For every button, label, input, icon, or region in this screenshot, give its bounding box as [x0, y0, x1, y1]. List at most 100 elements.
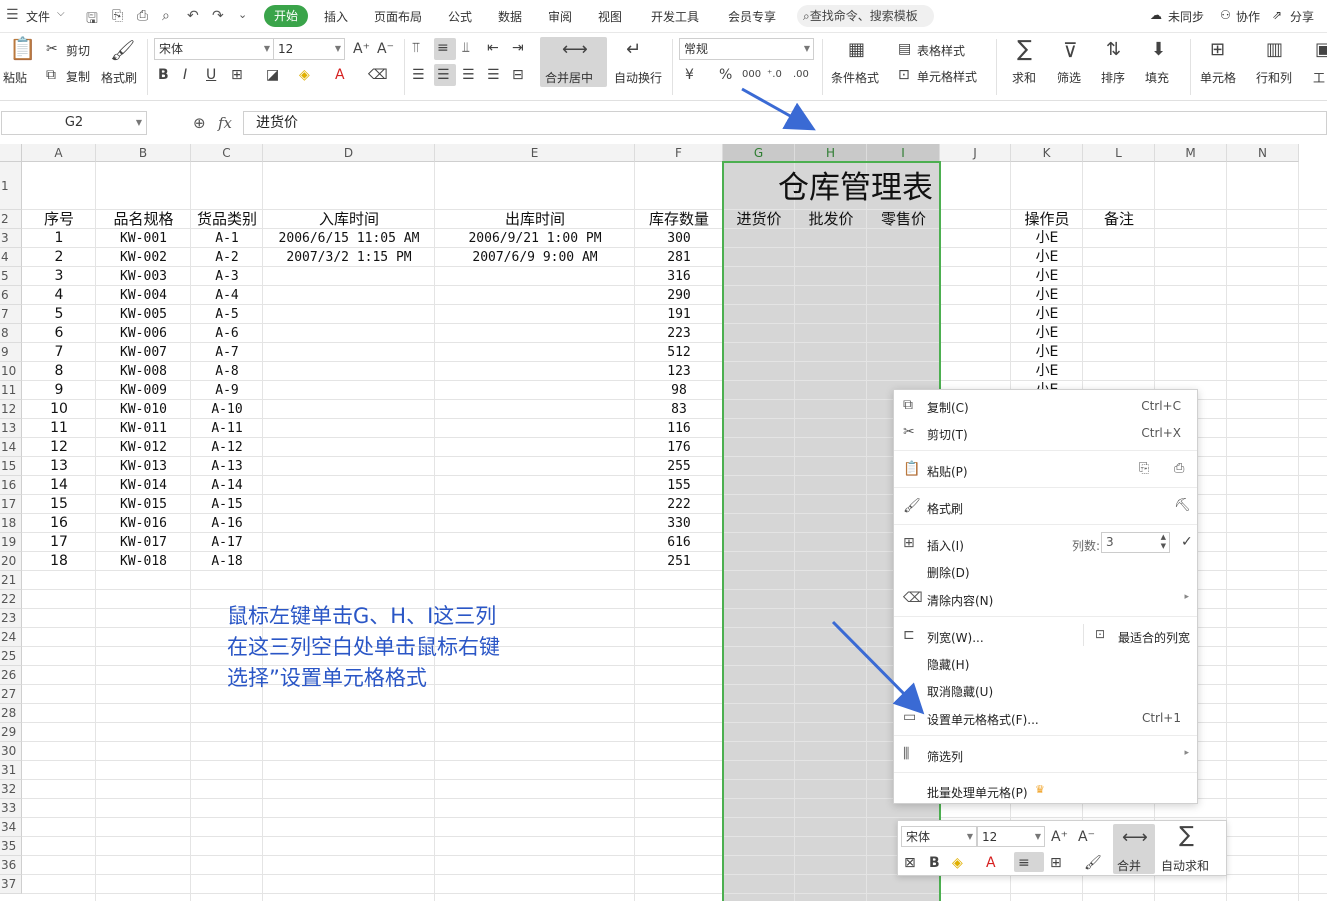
format-painter-icon[interactable]: 🖌: [110, 40, 135, 60]
data-cell[interactable]: 155: [635, 476, 723, 495]
data-cell[interactable]: KW-004: [96, 286, 191, 305]
menu-item-paste[interactable]: 📋 粘贴(P) ⎘ ⎙: [894, 457, 1197, 483]
row-header[interactable]: 1: [0, 162, 22, 210]
data-cell[interactable]: KW-017: [96, 533, 191, 552]
data-cell[interactable]: A-12: [191, 438, 263, 457]
cell-icon[interactable]: ⊞: [1210, 41, 1225, 59]
data-cell[interactable]: 98: [635, 381, 723, 400]
sum-button[interactable]: 求和: [1012, 69, 1036, 86]
select-all-corner[interactable]: [0, 144, 22, 162]
align-bottom-icon[interactable]: ⫫: [462, 40, 470, 56]
data-cell[interactable]: 222: [635, 495, 723, 514]
data-cell[interactable]: A-9: [191, 381, 263, 400]
tab-review[interactable]: 审阅: [548, 8, 572, 25]
row-header[interactable]: 32: [0, 780, 22, 799]
operator-cell[interactable]: 小E: [1011, 343, 1083, 362]
data-cell[interactable]: A-6: [191, 324, 263, 343]
sort-icon[interactable]: ⇅: [1106, 41, 1121, 59]
data-cell[interactable]: KW-014: [96, 476, 191, 495]
wrap-text-icon[interactable]: ↵: [626, 41, 641, 59]
data-cell[interactable]: A-1: [191, 229, 263, 248]
share-button[interactable]: 分享: [1290, 8, 1314, 25]
filter-icon[interactable]: ⊽: [1063, 40, 1078, 60]
distribute-icon[interactable]: ⊟: [512, 67, 524, 83]
column-header-a[interactable]: A: [22, 144, 96, 162]
data-cell[interactable]: 251: [635, 552, 723, 571]
tab-view[interactable]: 视图: [598, 8, 622, 25]
header-cell[interactable]: 库存数量: [635, 210, 723, 229]
merge-button[interactable]: 合并: [1117, 857, 1141, 874]
header-cell[interactable]: 序号: [22, 210, 96, 229]
worksheet-icon[interactable]: ▣: [1315, 41, 1327, 59]
row-header[interactable]: 6: [0, 286, 22, 305]
italic-icon[interactable]: I: [183, 67, 187, 83]
row-header[interactable]: 24: [0, 628, 22, 647]
data-cell[interactable]: 7: [22, 343, 96, 362]
data-cell[interactable]: A-15: [191, 495, 263, 514]
fx-icon[interactable]: fx: [218, 114, 232, 132]
data-cell[interactable]: A-16: [191, 514, 263, 533]
data-cell[interactable]: 3: [22, 267, 96, 286]
row-header[interactable]: 16: [0, 476, 22, 495]
thousands-icon[interactable]: 000: [742, 67, 761, 83]
paste-values-icon[interactable]: ⎘: [1139, 461, 1149, 476]
data-cell[interactable]: KW-007: [96, 343, 191, 362]
data-cell[interactable]: 116: [635, 419, 723, 438]
data-cell[interactable]: 2006/9/21 1:00 PM: [435, 229, 635, 248]
row-header[interactable]: 34: [0, 818, 22, 837]
unsync-status[interactable]: 未同步: [1168, 8, 1204, 25]
conditional-format-icon[interactable]: ▦: [848, 41, 865, 59]
table-style-button[interactable]: 表格样式: [917, 42, 965, 59]
data-cell[interactable]: 2007/3/2 1:15 PM: [263, 248, 435, 267]
menu-item-unhide[interactable]: 取消隐藏(U): [894, 677, 1197, 703]
copy-button[interactable]: 复制: [66, 68, 90, 85]
row-header[interactable]: 11: [0, 381, 22, 400]
merge-center-button[interactable]: 合并居中: [545, 69, 593, 86]
column-header-d[interactable]: D: [263, 144, 435, 162]
row-header[interactable]: 3: [0, 229, 22, 248]
operator-cell[interactable]: 小E: [1011, 305, 1083, 324]
row-header[interactable]: 7: [0, 305, 22, 324]
sum-icon[interactable]: ∑: [1017, 39, 1032, 61]
data-cell[interactable]: 223: [635, 324, 723, 343]
data-cell[interactable]: A-5: [191, 305, 263, 324]
decrease-decimal-icon[interactable]: .00: [793, 67, 809, 83]
font-color-icon[interactable]: A: [986, 855, 996, 871]
collab-button[interactable]: 协作: [1236, 8, 1260, 25]
menu-item-delete[interactable]: 删除(D): [894, 558, 1197, 584]
print-preview-icon[interactable]: ⌕: [162, 8, 170, 24]
tab-page-layout[interactable]: 页面布局: [374, 8, 422, 25]
align-right-icon[interactable]: ☰: [462, 67, 475, 83]
data-cell[interactable]: 255: [635, 457, 723, 476]
data-cell[interactable]: A-14: [191, 476, 263, 495]
data-cell[interactable]: 13: [22, 457, 96, 476]
column-header-n[interactable]: N: [1227, 144, 1299, 162]
row-header[interactable]: 12: [0, 400, 22, 419]
underline-icon[interactable]: U: [206, 67, 216, 83]
data-cell[interactable]: 2007/6/9 9:00 AM: [435, 248, 635, 267]
column-header-b[interactable]: B: [96, 144, 191, 162]
column-header-i[interactable]: I: [867, 144, 940, 162]
menu-item-insert[interactable]: ⊞ 插入(I) 列数: 3 ▲ ▼ ✓: [894, 531, 1197, 557]
menu-item-copy[interactable]: ⧉ 复制(C) Ctrl+C: [894, 393, 1197, 419]
decrease-font-icon[interactable]: A⁻: [377, 41, 394, 57]
menu-item-clear[interactable]: ⌫ 清除内容(N) ▸: [894, 586, 1197, 612]
font-color-icon[interactable]: A: [335, 67, 345, 83]
data-cell[interactable]: A-7: [191, 343, 263, 362]
increase-font-icon[interactable]: A⁺: [353, 41, 370, 57]
undo-icon[interactable]: ↶: [187, 8, 199, 24]
data-cell[interactable]: 10: [22, 400, 96, 419]
zoom-search-icon[interactable]: ⊕: [193, 114, 206, 132]
bold-icon[interactable]: B: [929, 855, 940, 871]
column-header-k[interactable]: K: [1011, 144, 1083, 162]
row-header[interactable]: 25: [0, 647, 22, 666]
column-header-l[interactable]: L: [1083, 144, 1155, 162]
border-icon[interactable]: ⊞: [1050, 855, 1062, 871]
justify-icon[interactable]: ☰: [487, 67, 500, 83]
decrease-font-icon[interactable]: A⁻: [1078, 829, 1095, 845]
command-search[interactable]: ⌕查找命令、搜索模板: [797, 5, 934, 27]
menu-item-cut[interactable]: ✂ 剪切(T) Ctrl+X: [894, 420, 1197, 446]
row-header[interactable]: 27: [0, 685, 22, 704]
data-cell[interactable]: 18: [22, 552, 96, 571]
row-header[interactable]: 10: [0, 362, 22, 381]
